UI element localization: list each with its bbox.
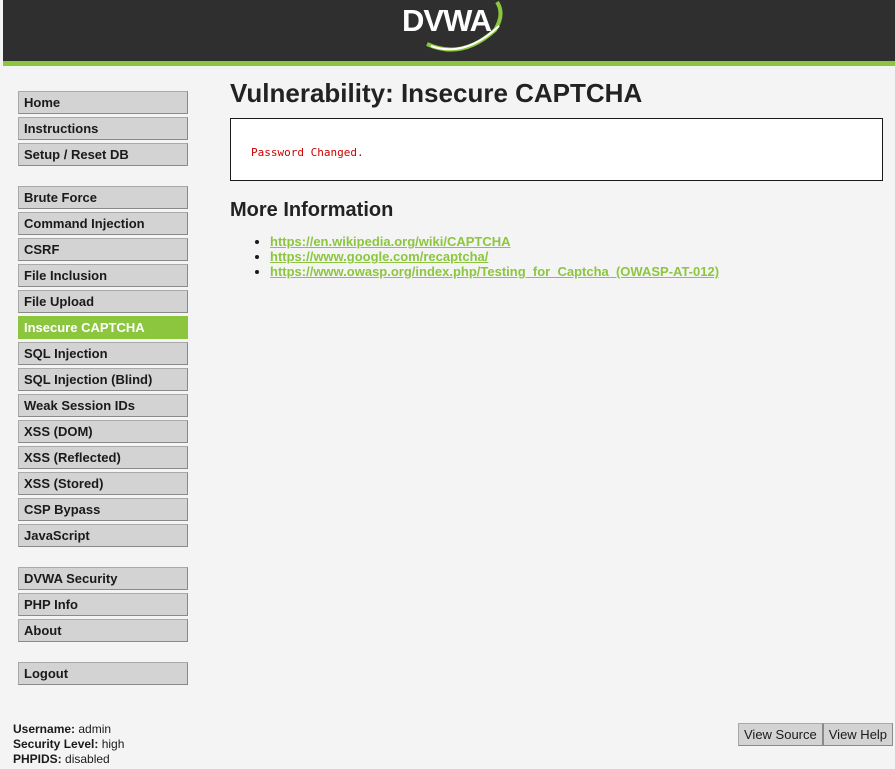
result-message: Password Changed.: [251, 146, 364, 159]
page-title: Vulnerability: Insecure CAPTCHA: [230, 78, 643, 108]
sidebar-item-weak-session-ids[interactable]: Weak Session IDs: [18, 394, 188, 417]
status-phpids-value: disabled: [65, 752, 110, 766]
sidebar-menu: Home Instructions Setup / Reset DB Brute Fo…: [18, 91, 188, 688]
sidebar-item-about[interactable]: About: [18, 619, 188, 642]
link-wikipedia-captcha[interactable]: https://en.wikipedia.org/wiki/CAPTCHA: [270, 234, 511, 249]
view-source-button[interactable]: View Source: [738, 723, 823, 746]
sidebar-item-dvwa-security[interactable]: DVWA Security: [18, 567, 188, 590]
sidebar-item-command-injection[interactable]: Command Injection: [18, 212, 188, 235]
list-item: https://en.wikipedia.org/wiki/CAPTCHA: [270, 234, 883, 249]
logo-swoosh-icon: [426, 0, 503, 52]
status-username: Username: admin: [13, 722, 124, 737]
status-phpids-label: PHPIDS:: [13, 752, 62, 766]
menu-group-spacer: [18, 645, 188, 662]
sidebar-item-php-info[interactable]: PHP Info: [18, 593, 188, 616]
sidebar-item-file-inclusion[interactable]: File Inclusion: [18, 264, 188, 287]
sidebar-item-insecure-captcha[interactable]: Insecure CAPTCHA: [18, 316, 188, 339]
sidebar-item-logout[interactable]: Logout: [18, 662, 188, 685]
link-google-recaptcha[interactable]: https://www.google.com/recaptcha/: [270, 249, 488, 264]
menu-group: Logout: [18, 662, 188, 685]
sidebar-item-sql-injection-blind[interactable]: SQL Injection (Blind): [18, 368, 188, 391]
status-security-level: Security Level: high: [13, 737, 124, 752]
status-phpids: PHPIDS: disabled: [13, 752, 124, 767]
footer-buttons: View Source View Help: [738, 723, 894, 746]
header-accent-stripe: [3, 61, 895, 66]
dvwa-logo[interactable]: DVWA: [397, 0, 512, 56]
menu-group: Home Instructions Setup / Reset DB: [18, 91, 188, 166]
sidebar-item-instructions[interactable]: Instructions: [18, 117, 188, 140]
sidebar-item-xss-reflected[interactable]: XSS (Reflected): [18, 446, 188, 469]
status-security-value: high: [101, 737, 125, 751]
sidebar-item-file-upload[interactable]: File Upload: [18, 290, 188, 313]
link-owasp-captcha[interactable]: https://www.owasp.org/index.php/Testing_…: [270, 264, 719, 279]
menu-group: Brute Force Command Injection CSRF File Inc…: [18, 186, 188, 547]
sidebar-item-xss-stored[interactable]: XSS (Stored): [18, 472, 188, 495]
sidebar-item-brute-force[interactable]: Brute Force: [18, 186, 188, 209]
sidebar-item-csp-bypass[interactable]: CSP Bypass: [18, 498, 188, 521]
status-username-label: Username:: [13, 722, 76, 736]
menu-group: DVWA Security PHP Info About: [18, 567, 188, 642]
more-information-links: https://en.wikipedia.org/wiki/CAPTCHA ht…: [230, 234, 883, 279]
result-message-box: Password Changed.: [230, 118, 883, 181]
menu-group-spacer: [18, 169, 188, 186]
list-item: https://www.google.com/recaptcha/: [270, 249, 883, 264]
view-help-button[interactable]: View Help: [822, 723, 894, 746]
status-security-label: Security Level:: [13, 737, 99, 751]
status-username-value: admin: [78, 722, 112, 736]
session-status: Username: admin Security Level: high PHP…: [13, 722, 124, 767]
sidebar-item-csrf[interactable]: CSRF: [18, 238, 188, 261]
menu-group-spacer: [18, 550, 188, 567]
more-information-heading: More Information: [230, 199, 394, 221]
main-content: Vulnerability: Insecure CAPTCHA Password…: [230, 78, 883, 279]
list-item: https://www.owasp.org/index.php/Testing_…: [270, 264, 883, 279]
sidebar-item-xss-dom[interactable]: XSS (DOM): [18, 420, 188, 443]
sidebar-item-javascript[interactable]: JavaScript: [18, 524, 188, 547]
sidebar-item-setup-reset-db[interactable]: Setup / Reset DB: [18, 143, 188, 166]
sidebar-item-sql-injection[interactable]: SQL Injection: [18, 342, 188, 365]
sidebar-item-home[interactable]: Home: [18, 91, 188, 114]
